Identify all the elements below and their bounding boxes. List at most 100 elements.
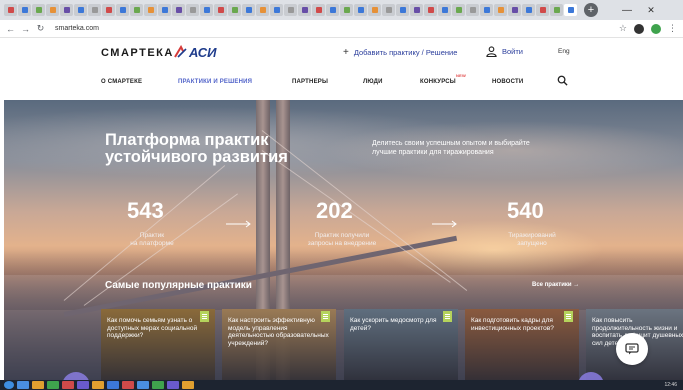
- browser-tab[interactable]: [32, 4, 45, 16]
- login-link[interactable]: Войти: [486, 46, 523, 57]
- browser-tab[interactable]: [424, 4, 437, 16]
- nav-item-news[interactable]: НОВОСТИ: [492, 79, 523, 85]
- taskbar-app-icon[interactable]: [17, 381, 29, 389]
- tab-favicon-icon: [245, 7, 252, 13]
- add-practice-link[interactable]: + Добавить практику / Решение: [343, 47, 457, 58]
- browser-tab[interactable]: [494, 4, 507, 16]
- nav-item-practices[interactable]: ПРАКТИКИ И РЕШЕНИЯ: [178, 79, 252, 85]
- tab-favicon-icon: [77, 7, 84, 13]
- new-tab-button[interactable]: +: [584, 3, 598, 17]
- address-bar: ← → ↻ smarteka.com ☆ ⋮: [0, 20, 683, 38]
- browser-tab[interactable]: [368, 4, 381, 16]
- taskbar-app-icon[interactable]: [92, 381, 104, 389]
- chat-button[interactable]: [616, 333, 648, 365]
- taskbar-app-icon[interactable]: [152, 381, 164, 389]
- practice-card[interactable]: Как помочь семьям узнать о доступных мер…: [101, 309, 215, 380]
- browser-tab[interactable]: [74, 4, 87, 16]
- browser-tab[interactable]: [438, 4, 451, 16]
- browser-tab[interactable]: [284, 4, 297, 16]
- practice-card[interactable]: Как настроить эффективную модель управле…: [222, 309, 336, 380]
- taskbar-app-icon[interactable]: [32, 381, 44, 389]
- browser-tab[interactable]: [200, 4, 213, 16]
- taskbar-app-icon[interactable]: [167, 381, 179, 389]
- nav-item-contests[interactable]: КОНКУРСЫ: [420, 79, 456, 85]
- browser-tab[interactable]: [60, 4, 73, 16]
- asi-swoosh-icon: [174, 45, 187, 58]
- browser-tab[interactable]: [102, 4, 115, 16]
- smarteka-logo[interactable]: СМАРТЕКА: [101, 47, 174, 59]
- browser-tab[interactable]: [564, 4, 577, 16]
- taskbar-app-icon[interactable]: [77, 381, 89, 389]
- tab-favicon-icon: [525, 7, 532, 13]
- menu-icon[interactable]: ⋮: [668, 23, 677, 34]
- close-icon[interactable]: ✕: [640, 0, 662, 20]
- taskbar-app-icon[interactable]: [182, 381, 194, 389]
- browser-tab[interactable]: [130, 4, 143, 16]
- browser-tab[interactable]: [298, 4, 311, 16]
- browser-tab[interactable]: [536, 4, 549, 16]
- browser-tab[interactable]: [214, 4, 227, 16]
- minimize-icon[interactable]: —: [616, 0, 638, 20]
- extension-icon[interactable]: [651, 23, 661, 34]
- extension-icon[interactable]: [634, 23, 644, 34]
- browser-tab[interactable]: [172, 4, 185, 16]
- popular-practices-title: Самые популярные практики: [105, 280, 252, 291]
- browser-tab[interactable]: [186, 4, 199, 16]
- browser-tab[interactable]: [46, 4, 59, 16]
- browser-tab[interactable]: [88, 4, 101, 16]
- taskbar-app-icon[interactable]: [107, 381, 119, 389]
- taskbar-app-icon[interactable]: [62, 381, 74, 389]
- browser-tab[interactable]: [312, 4, 325, 16]
- browser-tab-strip: + — ✕: [0, 0, 683, 20]
- browser-tab[interactable]: [326, 4, 339, 16]
- search-icon[interactable]: [557, 75, 568, 86]
- all-practices-link[interactable]: Все практики →: [532, 282, 579, 288]
- browser-tab[interactable]: [242, 4, 255, 16]
- browser-tab[interactable]: [396, 4, 409, 16]
- browser-tab[interactable]: [410, 4, 423, 16]
- browser-tab[interactable]: [508, 4, 521, 16]
- browser-tab[interactable]: [158, 4, 171, 16]
- reload-icon[interactable]: ↻: [36, 23, 45, 34]
- asi-logo[interactable]: АСИ: [174, 42, 216, 62]
- browser-tab[interactable]: [466, 4, 479, 16]
- practice-card[interactable]: Как ускорить медосмотр для детей?: [344, 309, 458, 380]
- browser-tab[interactable]: [354, 4, 367, 16]
- browser-tab[interactable]: [452, 4, 465, 16]
- taskbar-app-icon[interactable]: [47, 381, 59, 389]
- hero-banner: Платформа практик устойчивого развития Д…: [4, 100, 683, 380]
- url-field[interactable]: smarteka.com: [55, 25, 99, 32]
- nav-item-about[interactable]: О СМАРТЕКЕ: [101, 79, 142, 85]
- browser-tab[interactable]: [256, 4, 269, 16]
- browser-tab[interactable]: [550, 4, 563, 16]
- browser-tab[interactable]: [116, 4, 129, 16]
- browser-tab[interactable]: [144, 4, 157, 16]
- back-icon[interactable]: ←: [6, 24, 15, 34]
- start-button[interactable]: [4, 381, 14, 389]
- browser-tab[interactable]: [228, 4, 241, 16]
- tab-favicon-icon: [119, 7, 126, 13]
- browser-tab[interactable]: [270, 4, 283, 16]
- tab-favicon-icon: [287, 7, 294, 13]
- browser-tab[interactable]: [382, 4, 395, 16]
- practice-card[interactable]: Как подготовить кадры для инвестиционных…: [465, 309, 579, 380]
- tab-favicon-icon: [147, 7, 154, 13]
- browser-tab[interactable]: [522, 4, 535, 16]
- taskbar-app-icon[interactable]: [122, 381, 134, 389]
- forward-icon[interactable]: →: [21, 24, 30, 34]
- bookmark-star-icon[interactable]: ☆: [619, 23, 627, 34]
- browser-tab[interactable]: [480, 4, 493, 16]
- tab-favicon-icon: [259, 7, 266, 13]
- browser-tab[interactable]: [340, 4, 353, 16]
- tab-favicon-icon: [371, 7, 378, 13]
- taskbar-app-icon[interactable]: [137, 381, 149, 389]
- nav-item-partners[interactable]: ПАРТНЕРЫ: [292, 79, 328, 85]
- tab-favicon-icon: [21, 7, 28, 13]
- language-switch[interactable]: Eng: [558, 48, 570, 55]
- browser-tab[interactable]: [18, 4, 31, 16]
- browser-tab[interactable]: [4, 4, 17, 16]
- nav-item-people[interactable]: ЛЮДИ: [363, 79, 383, 85]
- tab-favicon-icon: [385, 7, 392, 13]
- tab-favicon-icon: [357, 7, 364, 13]
- tab-list: [4, 4, 577, 16]
